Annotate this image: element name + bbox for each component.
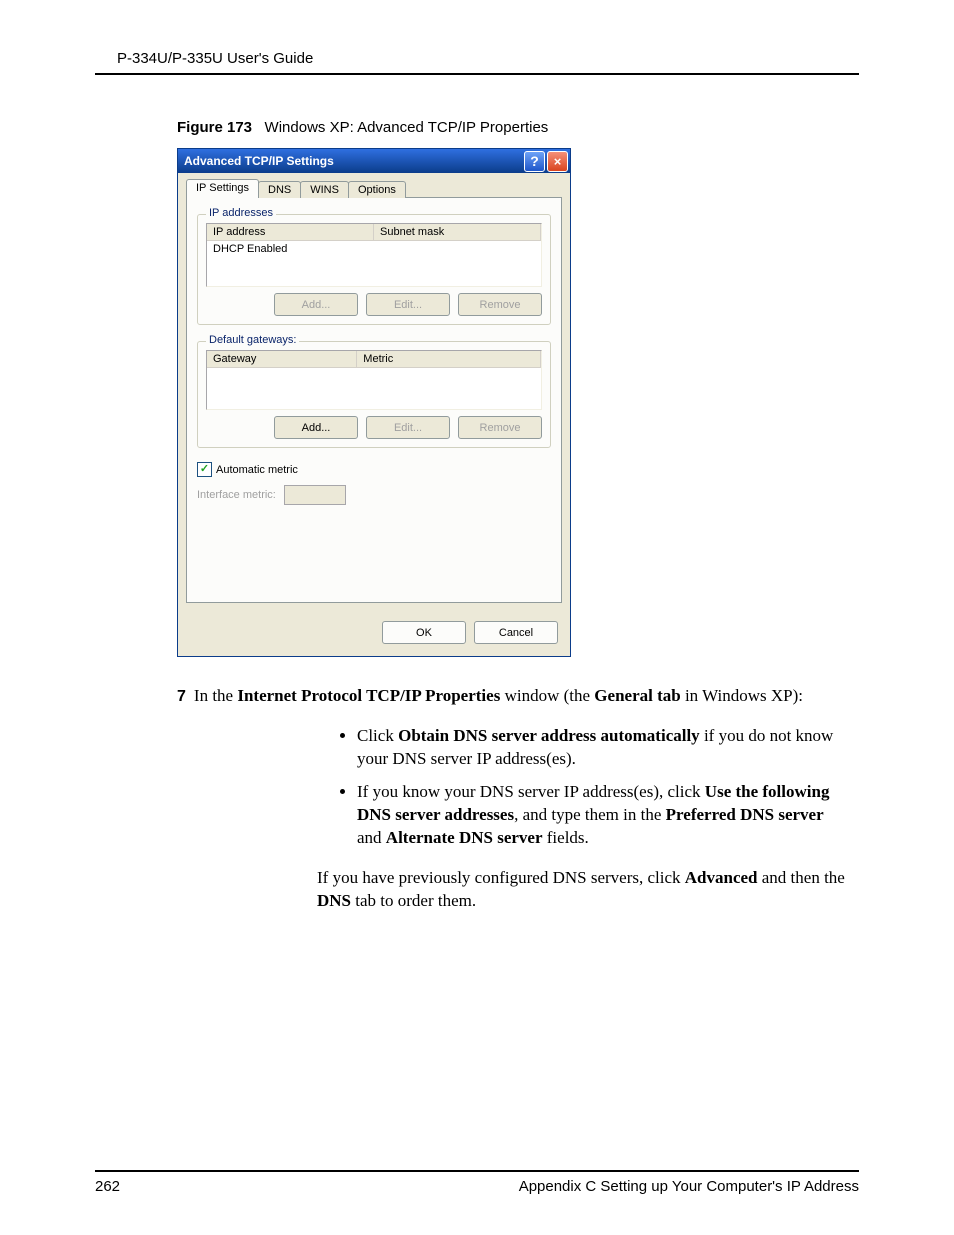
dialog-footer: OK Cancel (178, 611, 570, 656)
bullet-obtain-auto: Click Obtain DNS server address automati… (357, 725, 849, 771)
tab-dns[interactable]: DNS (258, 181, 301, 199)
default-gateways-legend: Default gateways: (206, 334, 299, 346)
default-gateways-group: Default gateways: Gateway Metric Add... … (197, 341, 551, 448)
gw-col-gateway: Gateway (207, 351, 357, 368)
dns-instruction-list: Click Obtain DNS server address automati… (317, 725, 849, 850)
bullet-use-following: If you know your DNS server IP address(e… (357, 781, 849, 850)
advanced-dns-note: If you have previously configured DNS se… (317, 867, 849, 913)
cancel-button[interactable]: Cancel (474, 621, 558, 644)
ip-remove-button[interactable]: Remove (458, 293, 542, 316)
tab-options[interactable]: Options (348, 181, 406, 199)
figure-caption: Figure 173 Windows XP: Advanced TCP/IP P… (177, 119, 859, 136)
help-icon[interactable]: ? (524, 151, 545, 172)
figure-label: Figure 173 (177, 119, 252, 136)
gw-remove-button[interactable]: Remove (458, 416, 542, 439)
advanced-tcpip-dialog: Advanced TCP/IP Settings ? × IP Settings… (177, 148, 571, 657)
automatic-metric-label: Automatic metric (216, 464, 298, 476)
step-7: 7In the Internet Protocol TCP/IP Propert… (177, 685, 859, 708)
page-number: 262 (95, 1178, 120, 1195)
gw-col-metric: Metric (357, 351, 541, 368)
page-header: P-334U/P-335U User's Guide (95, 44, 859, 67)
interface-metric-input (284, 485, 346, 505)
tab-wins[interactable]: WINS (300, 181, 349, 199)
footer-rule (95, 1170, 859, 1172)
ip-col-subnet: Subnet mask (374, 224, 541, 241)
figure-caption-text: Windows XP: Advanced TCP/IP Properties (265, 119, 549, 136)
automatic-metric-checkbox[interactable]: ✓ (197, 462, 212, 477)
ip-addresses-group: IP addresses IP address Subnet mask DHCP… (197, 214, 551, 325)
dialog-title: Advanced TCP/IP Settings (184, 154, 334, 168)
ip-edit-button[interactable]: Edit... (366, 293, 450, 316)
titlebar: Advanced TCP/IP Settings ? × (178, 149, 570, 173)
gateways-list[interactable]: Gateway Metric (206, 350, 542, 410)
tab-ip-settings[interactable]: IP Settings (186, 179, 259, 198)
ok-button[interactable]: OK (382, 621, 466, 644)
gw-edit-button[interactable]: Edit... (366, 416, 450, 439)
tab-strip: IP Settings DNS WINS Options (178, 173, 570, 198)
ip-add-button[interactable]: Add... (274, 293, 358, 316)
close-icon[interactable]: × (547, 151, 568, 172)
footer-appendix: Appendix C Setting up Your Computer's IP… (519, 1178, 859, 1195)
ip-col-address: IP address (207, 224, 374, 241)
step-number: 7 (177, 688, 186, 705)
tab-panel: IP addresses IP address Subnet mask DHCP… (186, 198, 562, 603)
header-rule (95, 73, 859, 75)
ip-addresses-legend: IP addresses (206, 207, 276, 219)
gw-add-button[interactable]: Add... (274, 416, 358, 439)
interface-metric-label: Interface metric: (197, 489, 276, 501)
ip-addresses-list[interactable]: IP address Subnet mask DHCP Enabled (206, 223, 542, 287)
ip-row-dhcp[interactable]: DHCP Enabled (207, 241, 541, 257)
